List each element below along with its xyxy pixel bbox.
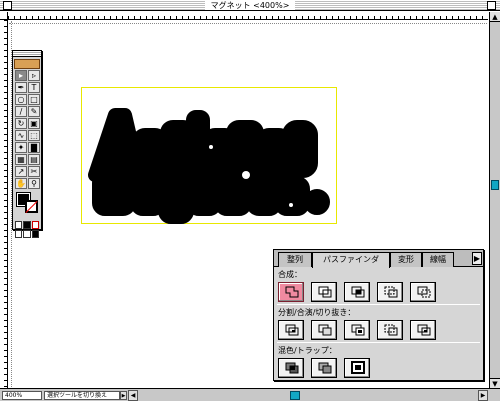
unite-icon [285, 286, 299, 298]
gradient-mode-button[interactable] [23, 221, 31, 229]
vertical-ruler[interactable] [0, 20, 8, 388]
none-mode-button[interactable] [31, 221, 39, 229]
free-transform-tool-icon[interactable]: ⬚ [28, 130, 40, 141]
selected-artwork[interactable] [81, 87, 341, 227]
ruler-origin[interactable] [0, 12, 8, 20]
intersect-icon [351, 286, 365, 298]
divide-label: 分割/合演/切り抜き： [278, 308, 356, 317]
mesh-tool-icon[interactable]: ▦ [15, 154, 27, 165]
toolbox-title-bar[interactable] [13, 51, 41, 57]
window-title: マグネット <400%> [204, 1, 296, 10]
scroll-left-arrow-icon[interactable]: ◀ [128, 390, 138, 401]
unite-button[interactable] [278, 282, 304, 302]
page-guide [9, 23, 487, 24]
zoom-box[interactable] [487, 1, 496, 10]
divide-icon [285, 324, 299, 336]
tab-transform[interactable]: 変形 [390, 252, 422, 267]
tab-align[interactable]: 整列 [278, 252, 312, 267]
tab-stroke[interactable]: 線幅 [422, 252, 454, 267]
vertical-scroll-thumb[interactable] [491, 180, 499, 190]
color-swatches[interactable] [15, 191, 39, 219]
section-divider [277, 342, 480, 343]
trim-icon [318, 324, 332, 336]
section-divider [277, 304, 480, 305]
intersect-button[interactable] [344, 282, 370, 302]
ellipse-tool-icon[interactable]: ○ [15, 94, 27, 105]
stroke-swatch[interactable] [25, 200, 38, 213]
soft-mix-icon [318, 362, 332, 374]
hard-mix-icon [285, 362, 299, 374]
screen-mode-menu-button[interactable] [23, 230, 31, 238]
horizontal-scroll-thumb[interactable] [290, 391, 300, 400]
graph-tool-icon[interactable]: ▇ [28, 142, 40, 153]
rotate-tool-icon[interactable]: ↻ [15, 118, 27, 129]
pencil-tool-icon[interactable]: ✎ [28, 106, 40, 117]
scroll-down-arrow-icon[interactable]: ▼ [490, 378, 500, 388]
combine-section: 合成： [278, 270, 478, 302]
toolbox[interactable]: ▸ ▹ ✒ T ○ □ ∕ ✎ ↻ ▣ ∿ ⬚ ✦ ▇ ▦ ▤ ↗ ✂ ✋ ⚲ [12, 50, 42, 238]
mix-section: 混色/トラップ： [278, 346, 478, 378]
eyedropper-tool-icon[interactable]: ↗ [15, 166, 27, 177]
exclude-button[interactable] [377, 282, 403, 302]
status-menu-arrow-icon[interactable]: ▶ [120, 391, 127, 400]
divide-section: 分割/合演/切り抜き： [278, 308, 478, 340]
window-title-bar[interactable]: マグネット <400%> [0, 0, 500, 11]
crop-button[interactable] [377, 320, 403, 340]
exclude-icon [384, 286, 398, 298]
rectangle-tool-icon[interactable]: □ [28, 94, 40, 105]
screen-mode-full-button[interactable] [31, 230, 39, 238]
scissors-tool-icon[interactable]: ✂ [28, 166, 40, 177]
minus-back-button[interactable] [410, 282, 436, 302]
outline-button[interactable] [410, 320, 436, 340]
trim-button[interactable] [311, 320, 337, 340]
hand-tool-icon[interactable]: ✋ [15, 178, 27, 189]
status-text: 選択ツールを切り換え [44, 391, 120, 400]
horizontal-scrollbar[interactable]: ◀ ▶ [128, 390, 488, 401]
palette-tabs: 整列 パスファインダ 変形 線幅 ▶ [274, 250, 483, 268]
crop-icon [384, 324, 398, 336]
artwork-shape [88, 108, 330, 224]
screen-mode-normal-button[interactable] [15, 230, 23, 238]
trap-button[interactable] [344, 358, 370, 378]
minus-back-icon [417, 286, 431, 298]
soft-mix-button[interactable] [311, 358, 337, 378]
minus-front-icon [318, 286, 332, 298]
type-tool-icon[interactable]: T [28, 82, 40, 93]
palette-menu-arrow-icon[interactable]: ▶ [472, 252, 482, 265]
selection-tool-icon[interactable]: ▸ [15, 70, 27, 81]
scroll-up-arrow-icon[interactable]: ▲ [490, 12, 500, 22]
merge-icon [351, 324, 365, 336]
direct-selection-tool-icon[interactable]: ▹ [28, 70, 40, 81]
warp-tool-icon[interactable]: ∿ [15, 130, 27, 141]
pen-tool-icon[interactable]: ✒ [15, 82, 27, 93]
pathfinder-palette[interactable]: 整列 パスファインダ 変形 線幅 ▶ 合成： 分割/合演/切り抜き： 混色/トラ… [273, 249, 484, 381]
scroll-right-arrow-icon[interactable]: ▶ [478, 390, 488, 401]
hard-mix-button[interactable] [278, 358, 304, 378]
gradient-tool-icon[interactable]: ▤ [28, 154, 40, 165]
scale-tool-icon[interactable]: ▣ [28, 118, 40, 129]
combine-label: 合成： [278, 270, 302, 279]
horizontal-ruler[interactable] [8, 12, 488, 20]
symbol-sprayer-tool-icon[interactable]: ✦ [15, 142, 27, 153]
minus-front-button[interactable] [311, 282, 337, 302]
merge-button[interactable] [344, 320, 370, 340]
mix-label: 混色/トラップ： [278, 346, 337, 355]
zoom-tool-icon[interactable]: ⚲ [28, 178, 40, 189]
color-mode-button[interactable] [15, 221, 23, 229]
divide-button[interactable] [278, 320, 304, 340]
brush-tool-icon[interactable]: ∕ [15, 106, 27, 117]
tab-pathfinder[interactable]: パスファインダ [312, 252, 390, 268]
app-logo-icon[interactable] [14, 59, 40, 69]
trap-icon [351, 361, 365, 374]
status-bar: 400% 選択ツールを切り換え ▶ ◀ ▶ [0, 388, 500, 401]
vertical-scrollbar[interactable]: ▲ ▼ [489, 12, 500, 388]
outline-icon [417, 324, 431, 336]
zoom-level-field[interactable]: 400% [2, 391, 42, 400]
